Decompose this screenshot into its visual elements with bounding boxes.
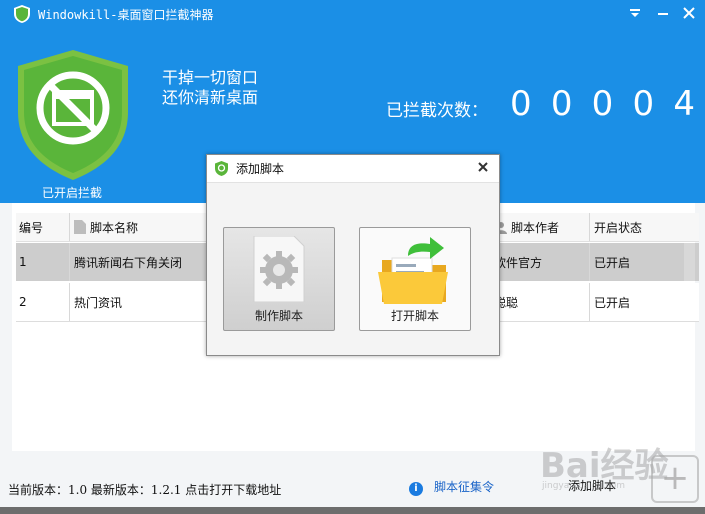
count-digit: 0 bbox=[550, 84, 573, 124]
gear-document-icon bbox=[253, 236, 305, 302]
chevron-down-icon bbox=[630, 9, 640, 17]
count-digit: 4 bbox=[673, 84, 695, 124]
version-info-link[interactable]: 当前版本：1.0 最新版本：1.2.1 点击打开下载地址 bbox=[8, 481, 281, 498]
column-header-author-label: 脚本作者 bbox=[511, 220, 560, 235]
desktop-strip bbox=[0, 507, 705, 514]
slogan-line-2: 还你清新桌面 bbox=[162, 88, 259, 107]
watermark-url: jingyan.baidu.com bbox=[542, 481, 626, 491]
open-script-label: 打开脚本 bbox=[390, 309, 439, 323]
cell-status: 已开启 bbox=[594, 295, 631, 310]
column-header-status[interactable]: 开启状态 bbox=[590, 213, 692, 241]
column-header-id[interactable]: 编号 bbox=[16, 213, 70, 241]
minimize-button[interactable] bbox=[652, 4, 674, 24]
cell-author: 软件官方 bbox=[494, 243, 590, 281]
script-collection-link[interactable]: 脚本征集令 bbox=[434, 478, 494, 495]
count-digit: 0 bbox=[632, 84, 655, 124]
block-count-digits: 0 0 0 0 4 bbox=[510, 84, 695, 124]
close-icon bbox=[478, 162, 488, 172]
block-count-label: 已拦截次数： bbox=[386, 101, 488, 121]
add-script-dialog: 添加脚本 制作脚本 打开脚本 bbox=[206, 154, 500, 356]
minimize-icon bbox=[658, 13, 668, 15]
slogan-line-1: 干掉一切窗口 bbox=[162, 68, 259, 87]
cell-author: 聪聪 bbox=[494, 283, 590, 321]
column-header-author[interactable]: 脚本作者 bbox=[494, 213, 590, 241]
watermark-logo: Bai经验 bbox=[540, 446, 669, 486]
cell-id: 2 bbox=[16, 283, 70, 321]
column-header-name-label: 脚本名称 bbox=[90, 220, 139, 235]
dialog-title: 添加脚本 bbox=[236, 162, 285, 176]
close-icon bbox=[683, 7, 695, 19]
count-digit: 0 bbox=[510, 84, 532, 124]
menu-dropdown-button[interactable] bbox=[624, 4, 646, 24]
count-digit: 0 bbox=[591, 84, 614, 124]
app-shield-icon bbox=[14, 5, 30, 23]
make-script-button[interactable]: 制作脚本 bbox=[223, 227, 335, 331]
title-bar: Windowkill-桌面窗口拦截神器 bbox=[0, 0, 705, 28]
table-scrollbar[interactable] bbox=[684, 243, 695, 281]
slogan: 干掉一切窗口 还你清新桌面 bbox=[162, 68, 258, 108]
close-window-button[interactable] bbox=[678, 4, 700, 24]
dialog-close-button[interactable] bbox=[473, 158, 493, 178]
open-script-button[interactable]: 打开脚本 bbox=[359, 227, 471, 331]
dialog-title-bar: 添加脚本 bbox=[207, 155, 499, 183]
cell-id: 1 bbox=[16, 243, 70, 281]
info-icon: i bbox=[409, 482, 423, 496]
script-file-icon bbox=[74, 220, 86, 234]
cell-status: 已开启 bbox=[594, 255, 631, 270]
watermark-plus-icon: + bbox=[651, 455, 699, 503]
dialog-shield-icon bbox=[215, 161, 228, 176]
blocking-shield-icon[interactable] bbox=[18, 50, 128, 180]
open-folder-icon bbox=[378, 237, 448, 304]
app-title: Windowkill-桌面窗口拦截神器 bbox=[38, 8, 214, 22]
make-script-label: 制作脚本 bbox=[254, 309, 303, 323]
blocking-status-label: 已开启拦截 bbox=[42, 186, 103, 200]
